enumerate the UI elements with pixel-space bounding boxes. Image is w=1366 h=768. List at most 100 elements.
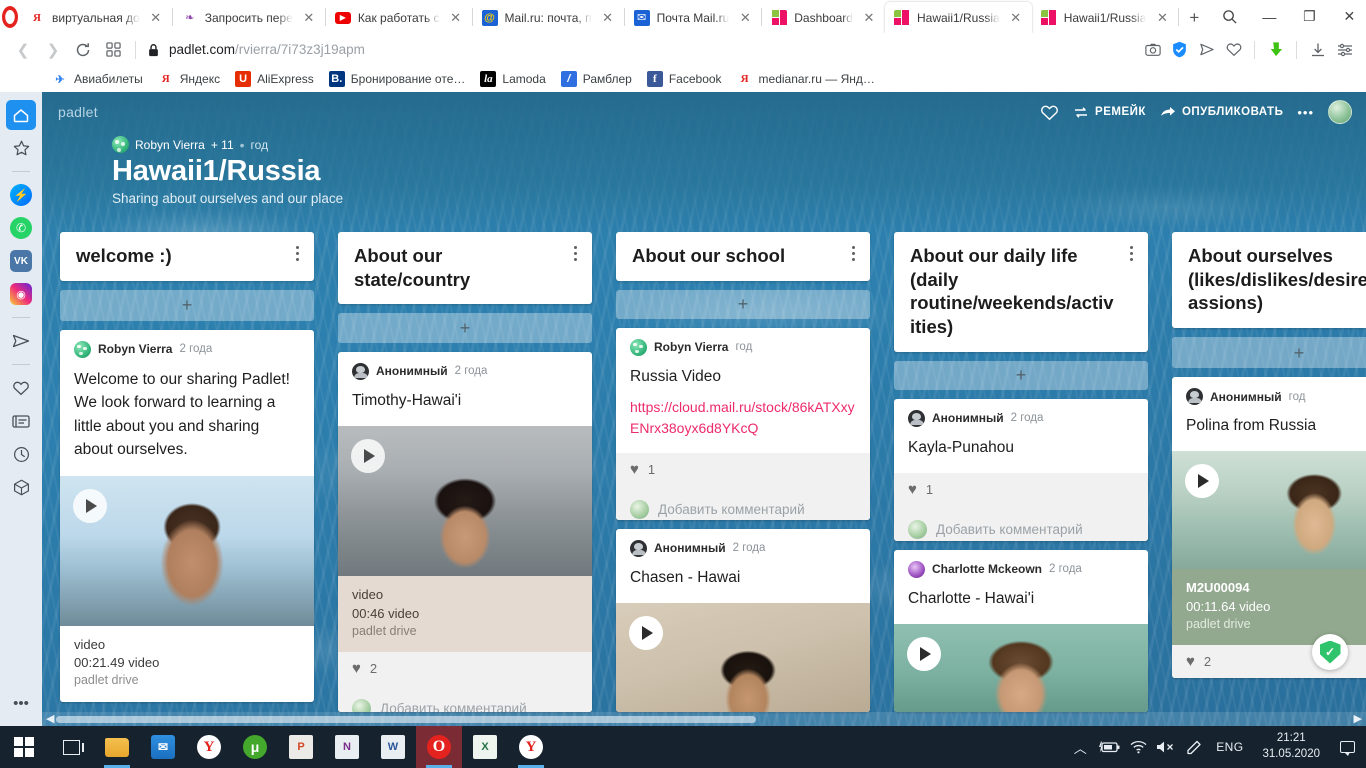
battery-charging-icon[interactable] bbox=[1095, 726, 1123, 768]
messenger-icon[interactable]: ⚡ bbox=[6, 180, 36, 210]
bookmark-facebook[interactable]: f Facebook bbox=[641, 69, 728, 90]
vk-icon[interactable]: VK bbox=[6, 246, 36, 276]
more-icon[interactable]: ••• bbox=[6, 688, 36, 718]
remake-button[interactable]: РЕМЕЙК bbox=[1073, 106, 1146, 119]
instagram-icon[interactable]: ◉ bbox=[6, 279, 36, 309]
browser-tab-4[interactable]: ✉ Почта Mail.ru ✕ bbox=[625, 2, 762, 33]
bookmark-rambler[interactable]: / Рамблер bbox=[555, 69, 638, 90]
browser-tab-1[interactable]: ❧ Запросить пере ✕ bbox=[173, 2, 325, 33]
post-card[interactable]: Charlotte Mckeown 2 года Charlotte - Haw… bbox=[894, 549, 1148, 713]
post-card[interactable]: Анонимный 2 года Chasen - Hawai bbox=[616, 528, 870, 712]
tab-close-icon[interactable]: ✕ bbox=[1152, 8, 1172, 28]
yandex-browser-icon[interactable]: Y bbox=[508, 726, 554, 768]
user-avatar[interactable] bbox=[1328, 100, 1352, 124]
collaborators-count[interactable]: + 11 bbox=[211, 138, 234, 152]
post-card[interactable]: Robyn Vierra год Russia Video https://cl… bbox=[616, 327, 870, 520]
settings-sliders-icon[interactable] bbox=[1331, 36, 1358, 63]
star-icon[interactable] bbox=[6, 133, 36, 163]
play-icon[interactable] bbox=[629, 616, 663, 651]
back-button[interactable]: ❮ bbox=[8, 36, 38, 64]
clock[interactable]: 21:21 31.05.2020 bbox=[1252, 726, 1330, 768]
window-minimize-button[interactable]: — bbox=[1249, 1, 1289, 32]
send-icon[interactable] bbox=[1193, 36, 1220, 63]
column-menu-icon[interactable] bbox=[846, 244, 860, 262]
add-post-button[interactable]: + bbox=[616, 289, 870, 319]
tab-close-icon[interactable]: ✕ bbox=[735, 8, 755, 28]
news-icon[interactable] bbox=[6, 406, 36, 436]
scrollbar-track[interactable] bbox=[56, 716, 1352, 723]
file-explorer-icon[interactable] bbox=[94, 726, 140, 768]
column-menu-icon[interactable] bbox=[568, 244, 582, 262]
window-close-button[interactable]: ✕ bbox=[1329, 1, 1366, 32]
tab-close-icon[interactable]: ✕ bbox=[299, 8, 319, 28]
post-link[interactable]: https://cloud.mail.ru/stock/86kATXxyENrx… bbox=[630, 397, 856, 439]
post-video-thumbnail[interactable] bbox=[1172, 451, 1366, 570]
add-comment-row[interactable]: Добавить комментарий bbox=[616, 486, 870, 520]
heart-icon[interactable] bbox=[1040, 104, 1059, 121]
tab-close-icon[interactable]: ✕ bbox=[1006, 8, 1026, 28]
telegram-icon[interactable] bbox=[6, 326, 36, 356]
post-card[interactable]: Robyn Vierra 2 года Welcome to our shari… bbox=[60, 329, 314, 702]
grid-icon[interactable] bbox=[98, 36, 128, 64]
downloads-icon[interactable] bbox=[1304, 36, 1331, 63]
heart-icon[interactable] bbox=[6, 373, 36, 403]
mail-icon[interactable]: ✉ bbox=[140, 726, 186, 768]
publish-button[interactable]: ОПУБЛИКОВАТЬ bbox=[1160, 106, 1283, 119]
post-video-thumbnail[interactable] bbox=[338, 426, 592, 577]
bookmark-booking[interactable]: B. Бронирование оте… bbox=[323, 69, 472, 90]
like-group[interactable]: ♥ 1 bbox=[908, 482, 1134, 497]
camera-icon[interactable] bbox=[1139, 36, 1166, 63]
new-tab-button[interactable]: + bbox=[1179, 3, 1209, 33]
post-video-thumbnail[interactable] bbox=[616, 603, 870, 712]
bookmark-aliexpress[interactable]: U AliExpress bbox=[229, 69, 320, 90]
add-comment-row[interactable]: Добавить комментарий bbox=[338, 685, 592, 712]
browser-tab-2[interactable]: ▶ Как работать с ✕ bbox=[326, 2, 472, 33]
post-card[interactable]: Анонимный год Polina from Russia M2U0009… bbox=[1172, 377, 1366, 679]
tab-close-icon[interactable]: ✕ bbox=[446, 8, 466, 28]
post-card[interactable]: Анонимный 2 года Kayla-Punahou ♥ 1 Добав… bbox=[894, 398, 1148, 541]
like-group[interactable]: ♥ 2 bbox=[352, 661, 578, 676]
padlet-brand-logo[interactable]: padlet bbox=[58, 104, 98, 120]
home-icon[interactable] bbox=[6, 100, 36, 130]
heart-icon[interactable] bbox=[1220, 36, 1247, 63]
scroll-right-arrow-icon[interactable]: ▶ bbox=[1354, 713, 1362, 725]
add-post-button[interactable]: + bbox=[338, 313, 592, 343]
notification-icon[interactable] bbox=[1332, 726, 1362, 768]
scroll-left-arrow-icon[interactable]: ◀ bbox=[46, 713, 54, 725]
tab-close-icon[interactable]: ✕ bbox=[598, 8, 618, 28]
heart-icon[interactable]: ♥ bbox=[352, 661, 361, 676]
like-group[interactable]: ♥ 1 bbox=[630, 462, 856, 477]
tab-close-icon[interactable]: ✕ bbox=[146, 8, 166, 28]
shield-check-icon[interactable] bbox=[1166, 36, 1193, 63]
wifi-icon[interactable] bbox=[1125, 726, 1151, 768]
post-video-thumbnail[interactable] bbox=[60, 475, 314, 626]
bookmark-lamoda[interactable]: la Lamoda bbox=[474, 69, 551, 90]
url-input[interactable]: padlet.com/rvierra/7i73z3j19apm bbox=[143, 36, 1139, 64]
add-comment-row[interactable]: Добавить комментарий bbox=[894, 506, 1148, 541]
adblock-shield-badge[interactable]: ✓ bbox=[1312, 634, 1348, 670]
heart-icon[interactable]: ♥ bbox=[908, 482, 917, 497]
pen-icon[interactable] bbox=[1181, 726, 1207, 768]
download-arrow-icon[interactable] bbox=[1262, 36, 1289, 63]
browser-tab-7[interactable]: Hawaii1/Russia ✕ bbox=[1032, 2, 1179, 33]
chevron-up-icon[interactable]: ︿ bbox=[1067, 726, 1093, 768]
scrollbar-thumb[interactable] bbox=[56, 716, 756, 723]
post-video-thumbnail[interactable] bbox=[894, 624, 1148, 713]
bookmark-yandex[interactable]: Я Яндекс bbox=[152, 69, 226, 90]
heart-icon[interactable]: ♥ bbox=[630, 462, 639, 477]
bookmark-medianar[interactable]: Я medianar.ru — Янд… bbox=[731, 69, 881, 90]
package-icon[interactable] bbox=[6, 472, 36, 502]
window-restore-button[interactable]: ❐ bbox=[1289, 1, 1329, 32]
windows-start-icon[interactable] bbox=[0, 726, 48, 768]
language-indicator[interactable]: ENG bbox=[1209, 726, 1250, 768]
column-menu-icon[interactable] bbox=[290, 244, 304, 262]
history-icon[interactable] bbox=[6, 439, 36, 469]
publisher-icon[interactable]: P bbox=[278, 726, 324, 768]
whatsapp-icon[interactable]: ✆ bbox=[6, 213, 36, 243]
browser-tab-5[interactable]: Dashboard ✕ bbox=[762, 2, 885, 33]
forward-button[interactable]: ❯ bbox=[38, 36, 68, 64]
browser-tab-6-active[interactable]: Hawaii1/Russia ✕ bbox=[884, 2, 1032, 33]
more-options-button[interactable]: ••• bbox=[1297, 106, 1314, 119]
play-icon[interactable] bbox=[73, 488, 107, 523]
word-icon[interactable]: W bbox=[370, 726, 416, 768]
